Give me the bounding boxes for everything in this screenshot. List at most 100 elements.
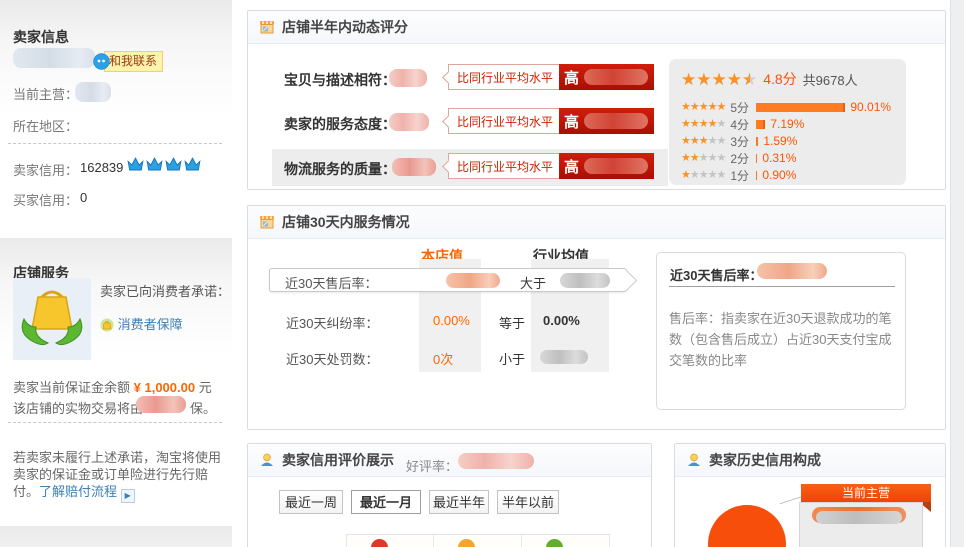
dsr-panel: 店铺半年内动态评分 宝贝与描述相符： 比同行业平均水平 高 卖家的服务态度： 比… xyxy=(247,10,946,190)
bad-review-cell xyxy=(522,535,610,547)
rating-distribution-row: ★★★★★ 2分 0.31% xyxy=(681,150,796,166)
bubble-high-label: 高 xyxy=(564,67,579,88)
learn-claim-process-link[interactable]: 了解赔付流程 xyxy=(39,484,117,499)
contact-me-link[interactable]: 和我联系 xyxy=(104,51,163,72)
page-scroll-gutter[interactable] xyxy=(950,0,964,547)
star-icons: ★★★★★ xyxy=(681,101,725,113)
industry-compare-bubble: 比同行业平均水平 高 xyxy=(448,108,654,134)
neutral-review-icon xyxy=(458,539,475,547)
rating-bar xyxy=(756,103,845,112)
deposit-line2-suffix: 保。 xyxy=(190,398,216,417)
after-sale-rate-row[interactable]: 近30天售后率： 大于 xyxy=(269,268,627,292)
rating-bar-track xyxy=(756,120,765,129)
dsr-row-description: 宝贝与描述相符： 比同行业平均水平 高 xyxy=(248,63,668,93)
rating-count: 共9678人 xyxy=(803,70,858,89)
rating-row-label: 4分 xyxy=(730,116,754,133)
credit-history-header: 卖家历史信用构成 xyxy=(675,444,945,477)
info-title: 近30天售后率： xyxy=(670,265,762,284)
info-value-blurred xyxy=(757,263,827,279)
dsr-row-label: 宝贝与描述相符： xyxy=(284,70,396,90)
service-30d-panel: 店铺30天内服务情况 本店值 行业均值 近30天售后率： 大于 近30天纠纷率：… xyxy=(247,205,946,430)
compensation-paragraph: 若卖家未履行上述承诺，淘宝将使用卖家的保证金或订单险进行先行赔付。了解赔付流程 xyxy=(13,449,221,503)
consumer-protection-link[interactable]: 消费者保障 xyxy=(118,317,183,332)
rating-percent: 0.90% xyxy=(762,168,796,182)
positive-rate-blurred xyxy=(458,453,534,469)
neutral-review-cell xyxy=(434,535,522,547)
divider xyxy=(8,422,222,423)
bad-review-icon xyxy=(546,539,563,547)
industry-value-blurred xyxy=(540,350,588,364)
promise-text: 卖家已向消费者承诺： xyxy=(100,281,230,300)
seller-info-section: 卖家信息 和我联系 当前主营： 所在地区： 卖家信用： 162839 买家信用：… xyxy=(0,0,232,238)
main-content: 店铺半年内动态评分 宝贝与描述相符： 比同行业平均水平 高 卖家的服务态度： 比… xyxy=(247,0,946,547)
bubble-pct-blurred xyxy=(584,158,648,174)
qualification-section: 店铺经营资质 xyxy=(0,526,232,547)
bubble-high-label: 高 xyxy=(564,156,579,177)
star-icons: ★★★★★ xyxy=(681,135,725,147)
crown-icon xyxy=(127,157,144,172)
current-main-label: 当前主营： xyxy=(13,84,78,103)
bubble-text: 比同行业平均水平 xyxy=(448,153,559,179)
credit-evaluation-panel: 卖家信用评价展示 好评率： 最近一周 最近一月 最近半年 半年以前 xyxy=(247,443,652,547)
divider xyxy=(8,143,222,144)
star-icons: ★★★★★ xyxy=(681,118,725,130)
overall-score: 4.8分 xyxy=(763,69,796,89)
rating-row-label: 3分 xyxy=(730,133,754,150)
shop-icon xyxy=(259,214,275,230)
row-label: 近30天处罚数： xyxy=(286,349,378,368)
star-icons: ★★★★★ xyxy=(681,169,725,181)
rating-percent: 0.31% xyxy=(762,151,796,165)
rating-percent: 7.19% xyxy=(770,117,804,131)
dsr-row-label: 卖家的服务态度： xyxy=(284,114,396,134)
rating-bar xyxy=(756,120,765,129)
after-sale-rate-info-box: 近30天售后率： 售后率：指卖家在近30天退款成功的笔数（包含售后成立）占近30… xyxy=(656,252,906,410)
rating-bar xyxy=(756,137,758,146)
industry-value: 0.00% xyxy=(543,313,580,328)
consumer-protection-illustration xyxy=(13,278,91,360)
rating-row-label: 5分 xyxy=(730,99,754,116)
play-icon[interactable] xyxy=(121,489,135,503)
rating-percent: 1.59% xyxy=(763,134,797,148)
row-label: 近30天售后率： xyxy=(285,273,377,292)
service-30d-title: 店铺30天内服务情况 xyxy=(282,212,410,232)
rating-distribution-row: ★★★★★ 3分 1.59% xyxy=(681,133,797,149)
info-description: 售后率：指卖家在近30天退款成功的笔数（包含售后成立）占近30天支付宝成交笔数的… xyxy=(669,308,897,371)
crown-icon xyxy=(184,157,201,172)
seller-info-title: 卖家信息 xyxy=(13,27,69,47)
hands-bag-icon xyxy=(20,285,84,353)
crown-icon xyxy=(146,157,163,172)
crown-rating-icons xyxy=(127,157,201,172)
rating-distribution-row: ★★★★★ 5分 90.01% xyxy=(681,99,891,115)
review-table xyxy=(346,534,610,547)
tab-before-half-year[interactable]: 半年以前 xyxy=(497,490,559,514)
seller-name-blurred xyxy=(13,48,95,68)
rating-bar-track xyxy=(756,171,757,180)
good-review-icon xyxy=(371,539,388,547)
rating-bar-track xyxy=(756,137,758,146)
callout-value-blurred xyxy=(816,511,902,524)
deposit-unit: 元 xyxy=(199,380,212,395)
rating-percent: 90.01% xyxy=(850,100,891,114)
dsr-score-blurred xyxy=(389,113,429,131)
service-30d-header: 店铺30天内服务情况 xyxy=(248,206,945,239)
tab-last-week[interactable]: 最近一周 xyxy=(279,490,343,514)
overall-rating-row: ★★★★★★★★★★ 4.8分 共9678人 xyxy=(681,69,858,89)
overall-star-rating: ★★★★★★★★★★ xyxy=(681,70,757,89)
credit-history-panel: 卖家历史信用构成 当前主营 xyxy=(674,443,946,547)
tab-last-month[interactable]: 最近一月 xyxy=(351,490,421,514)
bubble-text: 比同行业平均水平 xyxy=(448,64,559,90)
seller-credit-label: 卖家信用： xyxy=(13,160,78,179)
current-main-callout: 当前主营 xyxy=(801,484,931,502)
comparator: 小于 xyxy=(499,349,525,368)
tab-last-half-year[interactable]: 最近半年 xyxy=(429,490,489,514)
sidebar: 卖家信息 和我联系 当前主营： 所在地区： 卖家信用： 162839 买家信用：… xyxy=(0,0,232,547)
current-main-blurred xyxy=(75,82,111,102)
rating-summary-box: ★★★★★★★★★★ 4.8分 共9678人 ★★★★★ 5分 90.01% ★… xyxy=(669,59,906,185)
rating-row-label: 1分 xyxy=(730,167,754,184)
dsr-panel-title: 店铺半年内动态评分 xyxy=(282,17,408,37)
deposit-amount: ¥ 1,000.00 xyxy=(134,380,195,395)
page: 卖家信息 和我联系 当前主营： 所在地区： 卖家信用： 162839 买家信用：… xyxy=(0,0,964,547)
seller-credit-value: 162839 xyxy=(80,160,123,175)
credit-history-title: 卖家历史信用构成 xyxy=(709,450,821,470)
deposit-prefix: 卖家当前保证金余额 xyxy=(13,380,130,395)
